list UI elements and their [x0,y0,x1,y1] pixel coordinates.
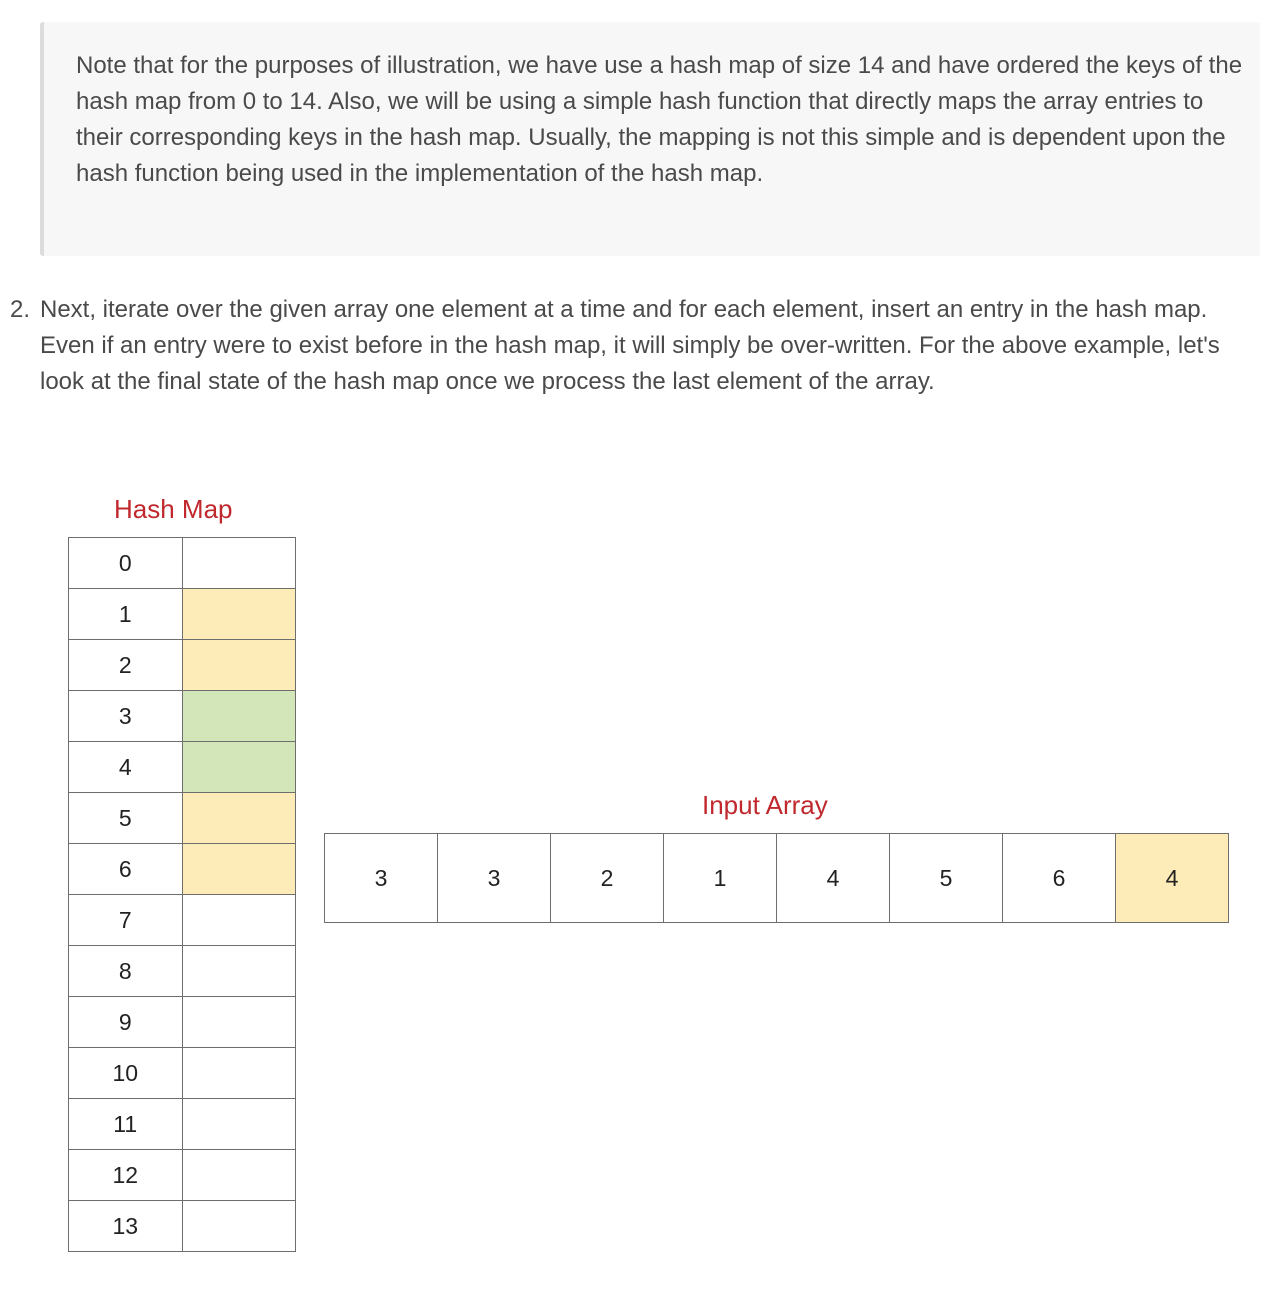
hash-map-value-cell [181,1098,296,1150]
hash-map-row: 5 [68,792,296,844]
hash-map-value-cell [181,792,296,844]
hash-map-value-cell [181,741,296,793]
input-array-title: Input Array [702,790,828,820]
input-array-cell: 4 [1115,833,1229,923]
hash-map-value-cell [181,639,296,691]
input-array-row: 33214564 [324,833,1229,923]
hash-map-key: 4 [68,741,183,793]
input-array-cell: 3 [324,833,438,923]
hash-map-row: 10 [68,1047,296,1099]
hash-map-row: 12 [68,1149,296,1201]
hash-map-value-cell [181,1200,296,1252]
hash-map-row: 3 [68,690,296,742]
hash-map-value-cell [181,1047,296,1099]
hash-map-value-cell [181,1149,296,1201]
hash-map-key: 11 [68,1098,183,1150]
hash-map-value-cell [181,690,296,742]
hash-map-key: 8 [68,945,183,997]
input-array-cell: 6 [1002,833,1116,923]
hash-map-row: 11 [68,1098,296,1150]
hash-map-title: Hash Map [114,494,233,524]
hash-map-row: 7 [68,894,296,946]
hash-map-key: 13 [68,1200,183,1252]
hash-map-key: 7 [68,894,183,946]
hash-map-row: 9 [68,996,296,1048]
input-array-cell: 2 [550,833,664,923]
input-array-cell: 4 [776,833,890,923]
input-array-cell: 3 [437,833,551,923]
hash-map-value-cell [181,843,296,895]
hash-map-row: 13 [68,1200,296,1252]
hash-map-value-cell [181,996,296,1048]
hash-map-row: 1 [68,588,296,640]
input-array-cell: 1 [663,833,777,923]
step-number: 2. [10,296,31,323]
step-2: 2. Next, iterate over the given array on… [10,292,1250,400]
hash-map-key: 1 [68,588,183,640]
hash-map-key: 12 [68,1149,183,1201]
hash-map-key: 6 [68,843,183,895]
hash-map-row: 8 [68,945,296,997]
step-text: Next, iterate over the given array one e… [40,296,1220,395]
hash-map-row: 2 [68,639,296,691]
hash-map-value-cell [181,537,296,589]
note-text: Note that for the purposes of illustrati… [76,52,1243,187]
hash-map-key: 3 [68,690,183,742]
hash-map-key: 5 [68,792,183,844]
hash-map-value-cell [181,588,296,640]
hash-map-value-cell [181,894,296,946]
hash-map-key: 9 [68,996,183,1048]
hash-map-row: 6 [68,843,296,895]
input-array-cell: 5 [889,833,1003,923]
note-blockquote: Note that for the purposes of illustrati… [40,22,1260,256]
hash-map-value-cell [181,945,296,997]
hash-map-row: 0 [68,537,296,589]
hash-map-table: 0 1 2 3 4 5 6 7 8 9 10 11 12 13 [68,537,296,1252]
hash-map-row: 4 [68,741,296,793]
hash-map-key: 2 [68,639,183,691]
hash-map-key: 0 [68,537,183,589]
input-array-table: 33214564 [324,833,1229,923]
hash-map-key: 10 [68,1047,183,1099]
